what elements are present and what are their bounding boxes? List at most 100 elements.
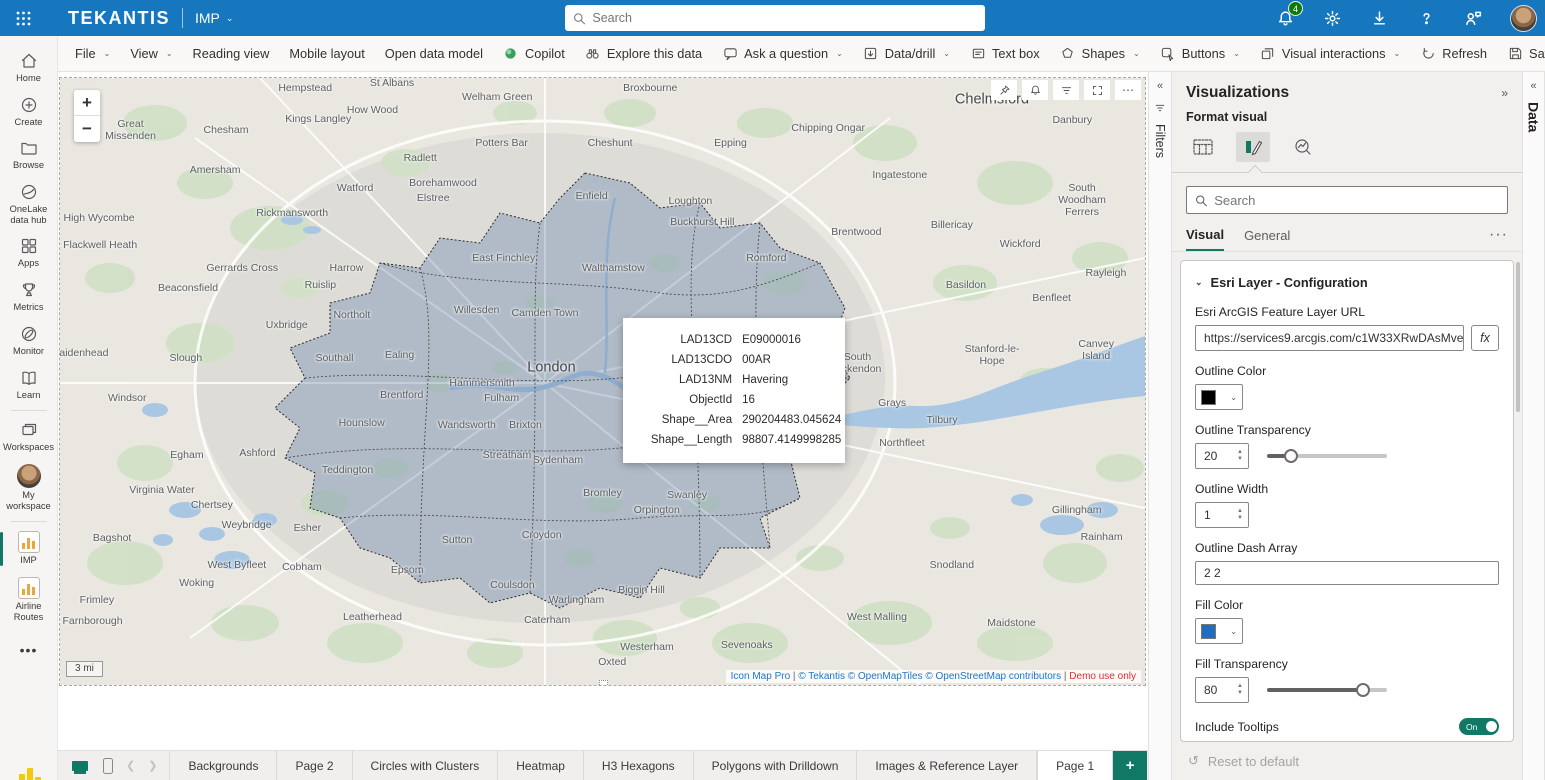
alert-visual-button[interactable] bbox=[1022, 80, 1048, 100]
sidebar-item-apps[interactable]: Apps bbox=[0, 231, 58, 275]
menu-item-mobile-layout[interactable]: Mobile layout bbox=[280, 40, 373, 68]
global-search-input[interactable] bbox=[592, 11, 977, 25]
nav-divider bbox=[11, 521, 47, 522]
sidebar-more-button[interactable]: ••• bbox=[20, 642, 38, 658]
menu-item-shapes[interactable]: Shapes⌄ bbox=[1051, 40, 1149, 68]
menu-item-text-box[interactable]: Text box bbox=[961, 40, 1049, 68]
mobile-view-button[interactable] bbox=[103, 758, 113, 774]
tab-general[interactable]: General bbox=[1244, 228, 1290, 250]
page-tab[interactable]: Page 1 bbox=[1037, 751, 1113, 780]
focus-mode-button[interactable] bbox=[1084, 80, 1110, 100]
feedback-button[interactable] bbox=[1463, 8, 1483, 28]
sidebar-item-onelake[interactable]: OneLake data hub bbox=[0, 177, 58, 231]
sidebar-item-workspaces[interactable]: Workspaces bbox=[0, 415, 58, 459]
menu-item-buttons[interactable]: Buttons⌄ bbox=[1151, 40, 1249, 68]
menu-item-explore-data[interactable]: Explore this data bbox=[576, 40, 711, 68]
global-search[interactable] bbox=[565, 5, 985, 31]
outline-color-dropdown[interactable]: ⌄ bbox=[1195, 384, 1243, 410]
page-tab[interactable]: Images & Reference Layer bbox=[857, 751, 1037, 780]
reset-icon: ↺ bbox=[1188, 753, 1199, 769]
nav-divider bbox=[11, 410, 47, 411]
attribution-link[interactable]: © Tekantis bbox=[798, 671, 845, 682]
sidebar-item-home[interactable]: Home bbox=[0, 46, 58, 90]
page-tab[interactable]: H3 Hexagons bbox=[584, 751, 694, 780]
menu-item-visual-interactions[interactable]: Visual interactions⌄ bbox=[1251, 40, 1409, 68]
build-visual-tab[interactable] bbox=[1186, 132, 1220, 162]
analytics-tab[interactable] bbox=[1286, 132, 1320, 162]
expand-filters-icon[interactable]: « bbox=[1157, 80, 1163, 92]
menu-item-reading-view[interactable]: Reading view bbox=[184, 40, 279, 68]
filter-visual-button[interactable] bbox=[1053, 80, 1079, 100]
sidebar-item-browse[interactable]: Browse bbox=[0, 133, 58, 177]
filters-pane-collapsed[interactable]: « Filters bbox=[1148, 72, 1172, 780]
pane-scrollbar[interactable] bbox=[1516, 262, 1520, 412]
collapse-pane-icon[interactable]: » bbox=[1501, 86, 1508, 100]
sidebar-item-my-workspace[interactable]: My workspace bbox=[0, 459, 58, 517]
shapes-icon bbox=[1060, 46, 1076, 62]
attribution-link[interactable]: Icon Map Pro bbox=[731, 671, 790, 682]
outline-width-input[interactable]: 1▲▼ bbox=[1195, 502, 1249, 528]
workspace-switcher[interactable]: IMP⌄ bbox=[195, 10, 233, 26]
sidebar-item-create[interactable]: Create bbox=[0, 90, 58, 134]
outline-transparency-slider[interactable] bbox=[1267, 448, 1387, 464]
tabs-more-button[interactable]: ··· bbox=[1489, 226, 1508, 251]
map-visual[interactable]: HempsteadSt AlbansWelham GreenBroxbourne… bbox=[60, 78, 1145, 685]
menu-item-ask-question[interactable]: Ask a question⌄ bbox=[713, 40, 852, 68]
expand-data-icon[interactable]: « bbox=[1530, 80, 1536, 92]
pin-visual-button[interactable] bbox=[991, 80, 1017, 100]
zoom-out-button[interactable]: − bbox=[74, 116, 100, 142]
page-tab[interactable]: Page 2 bbox=[277, 751, 352, 780]
section-esri-layer-configuration[interactable]: ⌄ Esri Layer - Configuration bbox=[1195, 271, 1499, 292]
waffle-menu-icon[interactable] bbox=[0, 0, 46, 36]
attribution-link[interactable]: © OpenStreetMap contributors bbox=[925, 671, 1061, 682]
help-button[interactable] bbox=[1416, 8, 1436, 28]
menu-item-open-data-model[interactable]: Open data model bbox=[376, 40, 492, 68]
sidebar-item-imp[interactable]: IMP bbox=[0, 526, 58, 572]
more-options-button[interactable]: ⋯ bbox=[1115, 80, 1141, 100]
page-tab[interactable]: Circles with Clusters bbox=[353, 751, 499, 780]
spinner-arrows[interactable]: ▲▼ bbox=[1237, 449, 1248, 462]
outline-dash-input[interactable]: 2 2 bbox=[1195, 561, 1499, 585]
outline-transparency-input[interactable]: 20▲▼ bbox=[1195, 443, 1249, 469]
spinner-arrows[interactable]: ▲▼ bbox=[1237, 683, 1248, 696]
menu-item-file[interactable]: File⌄ bbox=[66, 40, 119, 68]
tooltip-row: LAD13CDO00AR bbox=[637, 350, 831, 370]
page-tab[interactable]: Heatmap bbox=[498, 751, 584, 780]
add-page-button[interactable]: + bbox=[1113, 751, 1147, 780]
sidebar-item-metrics[interactable]: Metrics bbox=[0, 275, 58, 319]
menu-item-copilot[interactable]: Copilot bbox=[494, 40, 574, 68]
desktop-view-button[interactable] bbox=[70, 756, 90, 776]
spinner-arrows[interactable]: ▲▼ bbox=[1237, 508, 1248, 521]
sidebar-item-airline-routes[interactable]: Airline Routes bbox=[0, 572, 58, 628]
menu-item-save[interactable]: Save bbox=[1498, 40, 1545, 68]
zoom-in-button[interactable]: + bbox=[74, 90, 100, 116]
tab-visual[interactable]: Visual bbox=[1186, 227, 1224, 251]
format-search-input[interactable] bbox=[1214, 193, 1499, 208]
prev-page-arrow[interactable]: ❮ bbox=[126, 759, 135, 772]
fill-transparency-input[interactable]: 80▲▼ bbox=[1195, 677, 1249, 703]
reset-to-default-button[interactable]: ↺ Reset to default bbox=[1172, 742, 1522, 780]
settings-button[interactable] bbox=[1322, 8, 1342, 28]
attribution-link[interactable]: © OpenMapTiles bbox=[848, 671, 923, 682]
include-tooltips-toggle[interactable]: On bbox=[1459, 718, 1499, 735]
fx-conditional-format-button[interactable]: fx bbox=[1471, 325, 1499, 351]
menu-item-data-drill[interactable]: Data/drill⌄ bbox=[854, 40, 959, 68]
page-navigation-bar: ❮ ❯ BackgroundsPage 2Circles with Cluste… bbox=[58, 750, 1148, 780]
format-visual-tab[interactable] bbox=[1236, 132, 1270, 162]
menu-item-view[interactable]: View⌄ bbox=[121, 40, 181, 68]
sidebar-item-monitor[interactable]: Monitor bbox=[0, 319, 58, 363]
sidebar-item-learn[interactable]: Learn bbox=[0, 363, 58, 407]
next-page-arrow[interactable]: ❯ bbox=[148, 759, 157, 772]
menu-item-refresh[interactable]: Refresh bbox=[1411, 40, 1496, 68]
fill-transparency-slider[interactable] bbox=[1267, 682, 1387, 698]
page-tab[interactable]: Polygons with Drilldown bbox=[694, 751, 858, 780]
fill-color-dropdown[interactable]: ⌄ bbox=[1195, 618, 1243, 644]
top-bar: TEKANTIS IMP⌄ 4 bbox=[0, 0, 1545, 36]
esri-url-input[interactable]: https://services9.arcgis.com/c1W33XRwDAs… bbox=[1195, 325, 1464, 351]
download-button[interactable] bbox=[1369, 8, 1389, 28]
user-avatar[interactable] bbox=[1510, 5, 1537, 32]
page-tab[interactable]: Backgrounds bbox=[170, 751, 277, 780]
notifications-button[interactable]: 4 bbox=[1275, 8, 1295, 28]
data-pane-collapsed[interactable]: « Data bbox=[1522, 72, 1545, 780]
format-search[interactable] bbox=[1186, 186, 1508, 214]
